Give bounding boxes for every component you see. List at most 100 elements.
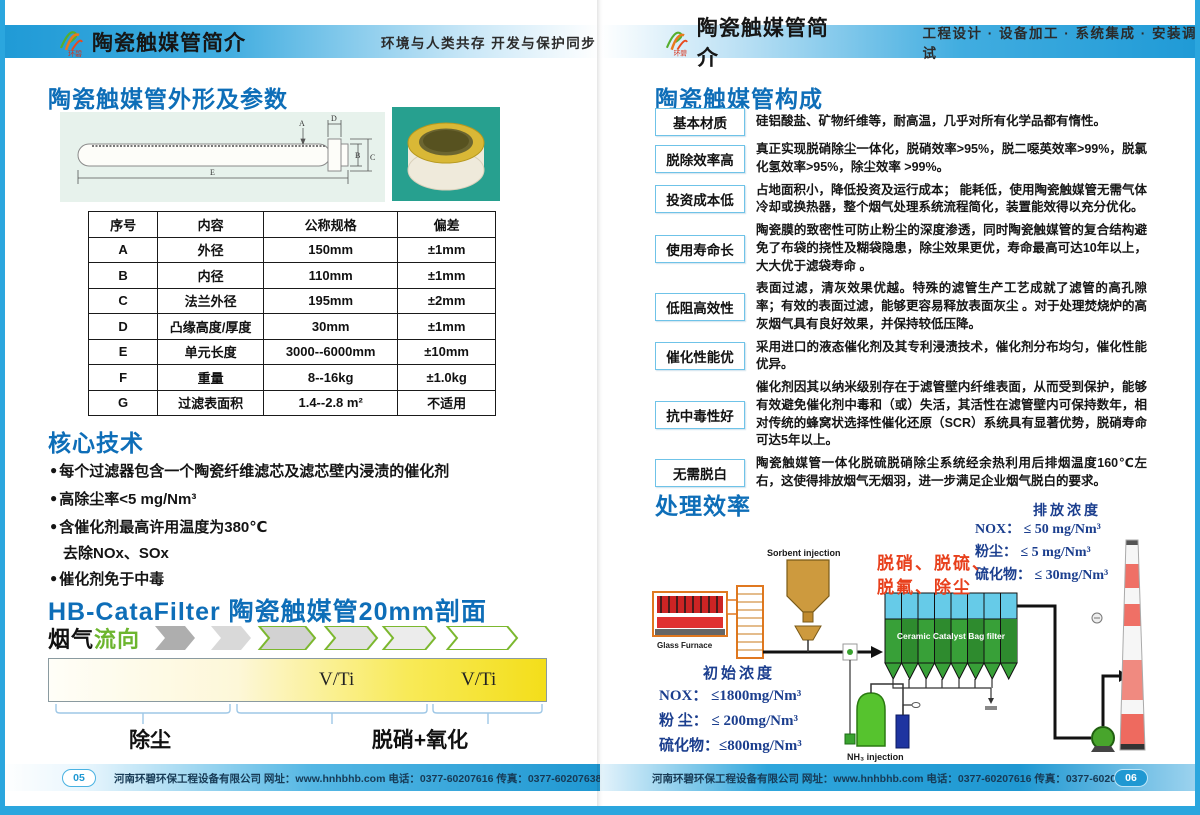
process-diagram: Ceramic Catalyst Bag filter: [645, 500, 1197, 766]
bag-filter-label: Ceramic Catalyst Bag filter: [897, 631, 1006, 641]
col-header: 内容: [158, 212, 264, 238]
removal-note: 脱硝、脱硫、 脱氟、除尘: [877, 552, 991, 600]
company-logo: 环碧: [664, 27, 691, 57]
left-header-band: 环碧 陶瓷触媒管简介 环境与人类共存 开发与保护同步: [0, 25, 600, 58]
composition-row: 投资成本低 占地面积小，降低投资及运行成本； 能耗低，使用陶瓷触媒管无需气体冷却…: [655, 182, 1147, 218]
initial-conc-title: 初始浓度: [703, 662, 775, 683]
initial-line: 粉 尘： ≤ 200mg/Nm³: [659, 709, 798, 730]
core-tech-bullet: 含催化剂最高许用温度为380℃: [59, 519, 267, 536]
page-title: 陶瓷触媒管简介: [92, 27, 246, 57]
emission-line: 粉尘： ≤ 5 mg/Nm³: [975, 541, 1091, 561]
flow-arrows: [155, 626, 520, 650]
right-header-band: 环碧 陶瓷触媒管简介 工程设计 · 设备加工 · 系统集成 · 安装调试: [600, 25, 1200, 58]
sorbent-hopper: [787, 560, 829, 652]
table-row: A外径150mm±1mm: [89, 237, 496, 263]
initial-line: 硫化物：≤800mg/Nm³: [659, 734, 802, 755]
slogan: 环境与人类共存 开发与保护同步: [381, 32, 596, 52]
section-title-core-tech: 核心技术: [48, 424, 144, 458]
slogan: 工程设计 · 设备加工 · 系统集成 · 安装调试: [922, 22, 1200, 62]
flow-label-black: 烟气: [48, 627, 94, 652]
emission-line: 硫化物： ≤ 30mg/Nm³: [975, 564, 1108, 584]
page-number-badge: 06: [1114, 769, 1148, 787]
feature-label: 使用寿命长: [655, 235, 745, 263]
feature-text: 表面过滤，清灰效果优越。特殊的滤管生产工艺成就了滤管的高孔隙率；有效的表面过滤，…: [756, 280, 1147, 333]
ash-discharge-glyph: [985, 706, 997, 710]
feature-label: 无需脱白: [655, 459, 745, 487]
emission-conc-title: 排放浓度: [1033, 500, 1101, 520]
bullet-dot: ●: [50, 519, 57, 533]
core-tech-bullet: 每个过滤器包含一个陶瓷纤维滤芯及滤芯壁内浸渍的催化剂: [59, 463, 449, 480]
feature-text: 陶瓷膜的致密性可防止粉尘的深度渗透，同时陶瓷触媒管的复合结构避免了布袋的挠性及糊…: [756, 222, 1147, 275]
section-title-shape-params: 陶瓷触媒管外形及参数: [48, 80, 288, 114]
composition-list: 基本材质 硅铝酸盐、矿物纤维等，耐高温，几乎对所有化学品都有惰性。 脱除效率高 …: [655, 108, 1147, 496]
company-contact-info: 河南环碧环保工程设备有限公司 网址：www.hnhbhb.com 电话：0377…: [114, 771, 601, 786]
bullet-dot: ●: [50, 491, 57, 505]
sorbent-label: Sorbent injection: [767, 548, 841, 558]
page-number-badge: 05: [62, 769, 96, 787]
zone-braces: [48, 703, 545, 727]
feature-label: 催化性能优: [655, 342, 745, 370]
svg-text:A: A: [299, 119, 305, 128]
flue-gas-flow-label: 烟气流向: [48, 622, 140, 654]
feature-label: 脱除效率高: [655, 145, 745, 173]
svg-text:E: E: [210, 168, 215, 177]
stack-chimney: [1115, 540, 1151, 752]
core-tech-bullet: 高除尘率<5 mg/Nm³: [59, 491, 196, 508]
frame-left: [0, 0, 5, 815]
ceramic-tube-photo: [392, 107, 500, 201]
table-row: C法兰外径195mm±2mm: [89, 288, 496, 314]
feature-label: 投资成本低: [655, 185, 745, 213]
feature-text: 占地面积小，降低投资及运行成本； 能耗低，使用陶瓷触媒管无需气体冷却或换热器，整…: [756, 182, 1147, 218]
page-title: 陶瓷触媒管简介: [697, 12, 845, 72]
emission-line: NOX： ≤ 50 mg/Nm³: [975, 518, 1101, 538]
nh3-label: NH₃ injection: [847, 752, 904, 762]
logo-text: 环碧: [674, 48, 688, 57]
pipe-arrowhead: [871, 646, 883, 658]
table-header-row: 序号 内容 公称规格 偏差: [89, 212, 496, 238]
core-tech-bullet: 去除NOx、SOx: [63, 545, 169, 562]
bullet-dot: ●: [50, 463, 57, 477]
right-footer-bar: 河南环碧环保工程设备有限公司 网址：www.hnhbhb.com 电话：0377…: [600, 764, 1200, 791]
col-header: 序号: [89, 212, 158, 238]
core-tech-bullet: 催化剂免于中毒: [59, 571, 164, 588]
vti-label: V/Ti: [319, 669, 354, 691]
zone-label-dedust: 除尘: [129, 724, 171, 754]
bullet-dot: ●: [50, 571, 57, 585]
svg-text:C: C: [370, 153, 375, 162]
page-left: 环碧 陶瓷触媒管简介 环境与人类共存 开发与保护同步 陶瓷触媒管外形及参数 A: [0, 0, 600, 815]
frame-right: [1195, 0, 1200, 815]
brochure-spread: 环碧 陶瓷触媒管简介 环境与人类共存 开发与保护同步 陶瓷触媒管外形及参数 A: [0, 0, 1200, 815]
company-contact-info: 河南环碧环保工程设备有限公司 网址：www.hnhbhb.com 电话：0377…: [652, 771, 1139, 786]
table-row: G过滤表面积1.4--2.8 m²不适用: [89, 390, 496, 416]
svg-text:D: D: [331, 114, 337, 123]
feature-text: 采用进口的液态催化剂及其专利浸渍技术，催化剂分布均匀，催化性能优异。: [756, 339, 1147, 375]
furnace-label: Glass Furnace: [657, 641, 713, 650]
bag-filter: Ceramic Catalyst Bag filter: [885, 593, 1017, 710]
feature-text: 催化剂因其以纳米级别存在于滤管壁内纤维表面，从而受到保护，能够有效避免催化剂中毒…: [756, 379, 1147, 450]
feature-text: 真正实现脱硝除尘一体化，脱硝效率>95%，脱二噁英效率>99%，脱氯化氢效率>9…: [756, 141, 1147, 177]
table-row: F重量8--16kg±1.0kg: [89, 365, 496, 391]
left-footer-bar: 05 河南环碧环保工程设备有限公司 网址：www.hnhbhb.com 电话：0…: [0, 764, 600, 791]
tube-technical-drawing: A B C D E: [60, 112, 385, 202]
composition-row: 基本材质 硅铝酸盐、矿物纤维等，耐高温，几乎对所有化学品都有惰性。: [655, 108, 1147, 136]
clean-gas-duct: [1017, 606, 1091, 738]
table-row: E单元长度3000--6000mm±10mm: [89, 339, 496, 365]
composition-row: 抗中毒性好 催化剂因其以纳米级别存在于滤管壁内纤维表面，从而受到保护，能够有效避…: [655, 379, 1147, 450]
company-logo: 环碧: [58, 27, 86, 57]
frame-bottom: [0, 806, 1200, 815]
recuperator: [737, 586, 763, 658]
catalyst-gradient-bar: V/Ti V/Ti: [48, 658, 547, 702]
zone-label-denox: 脱硝+氧化: [372, 724, 468, 754]
table-row: B内径110mm±1mm: [89, 263, 496, 289]
induced-draft-fan: [1091, 727, 1115, 752]
vti-label: V/Ti: [461, 669, 496, 691]
logo-text: 环碧: [68, 49, 82, 57]
initial-line: NOX： ≤1800mg/Nm³: [659, 684, 801, 705]
col-header: 偏差: [398, 212, 496, 238]
composition-row: 使用寿命长 陶瓷膜的致密性可防止粉尘的深度渗透，同时陶瓷触媒管的复合结构避免了布…: [655, 222, 1147, 275]
spec-table: 序号 内容 公称规格 偏差 A外径150mm±1mm B内径110mm±1mm …: [88, 211, 496, 416]
glass-furnace: [653, 592, 737, 636]
page-right: 环碧 陶瓷触媒管简介 工程设计 · 设备加工 · 系统集成 · 安装调试 陶瓷触…: [600, 0, 1200, 815]
page-fold-divider: [597, 0, 603, 815]
feature-label: 抗中毒性好: [655, 401, 745, 429]
